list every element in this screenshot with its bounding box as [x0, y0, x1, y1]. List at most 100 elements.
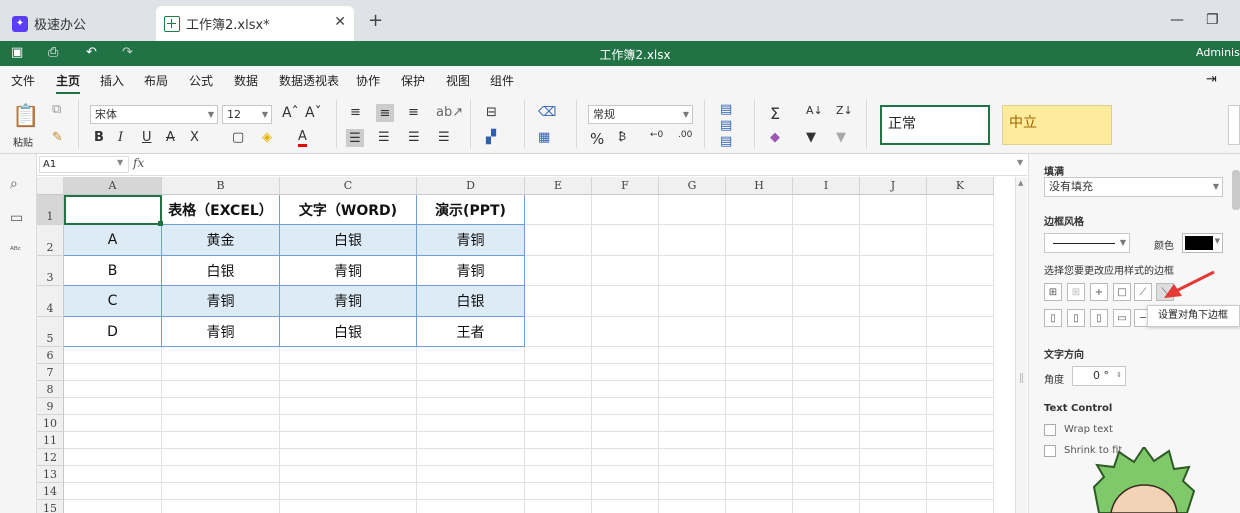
cell-B13[interactable]: [162, 466, 280, 483]
cell-K8[interactable]: [927, 381, 994, 398]
cell-H9[interactable]: [726, 398, 793, 415]
vertical-inner-border-button[interactable]: ▯: [1067, 309, 1085, 327]
cell-B8[interactable]: [162, 381, 280, 398]
styles-gallery-scroll[interactable]: [1228, 105, 1240, 145]
cell-F3[interactable]: [592, 256, 659, 286]
cell-H14[interactable]: [726, 483, 793, 500]
cell-H3[interactable]: [726, 256, 793, 286]
undo-icon[interactable]: ↶: [86, 45, 97, 60]
function-icon[interactable]: fx: [133, 156, 144, 170]
menu-collab[interactable]: 协作: [356, 72, 380, 89]
underline-button[interactable]: U: [142, 130, 152, 145]
cell-H1[interactable]: [726, 195, 793, 225]
menu-layout[interactable]: 布局: [144, 72, 168, 89]
cell-G1[interactable]: [659, 195, 726, 225]
row-header[interactable]: 6: [37, 347, 64, 364]
column-header[interactable]: C: [280, 177, 417, 195]
cell-A5[interactable]: D: [64, 317, 162, 347]
column-header[interactable]: F: [592, 177, 659, 195]
expand-formula-icon[interactable]: ▼: [1017, 158, 1023, 167]
cell-G14[interactable]: [659, 483, 726, 500]
cell-E9[interactable]: [525, 398, 592, 415]
row-header[interactable]: 1: [37, 195, 64, 225]
cell-C5[interactable]: 白银: [280, 317, 417, 347]
decrease-decimal-icon[interactable]: .00: [678, 130, 692, 140]
cell-F13[interactable]: [592, 466, 659, 483]
menu-pivot[interactable]: 数据透视表: [279, 72, 339, 89]
cell-D15[interactable]: [417, 500, 525, 513]
cell-J14[interactable]: [860, 483, 927, 500]
cell-J2[interactable]: [860, 225, 927, 256]
cell-H12[interactable]: [726, 449, 793, 466]
cell-D14[interactable]: [417, 483, 525, 500]
cell-B1[interactable]: 表格（EXCEL）: [162, 195, 280, 225]
cell-E5[interactable]: [525, 317, 592, 347]
row-header[interactable]: 8: [37, 381, 64, 398]
row-header[interactable]: 11: [37, 432, 64, 449]
cell-G7[interactable]: [659, 364, 726, 381]
cell-F2[interactable]: [592, 225, 659, 256]
new-tab-button[interactable]: +: [368, 10, 383, 31]
cell-B2[interactable]: 黄金: [162, 225, 280, 256]
cell-K6[interactable]: [927, 347, 994, 364]
italic-button[interactable]: I: [118, 130, 123, 145]
cell-J6[interactable]: [860, 347, 927, 364]
cell-E6[interactable]: [525, 347, 592, 364]
cell-F14[interactable]: [592, 483, 659, 500]
left-border-button[interactable]: ▯: [1044, 309, 1062, 327]
cell-C15[interactable]: [280, 500, 417, 513]
cell-G5[interactable]: [659, 317, 726, 347]
cell-K4[interactable]: [927, 286, 994, 317]
cell-J5[interactable]: [860, 317, 927, 347]
row-header[interactable]: 4: [37, 286, 64, 317]
cell-I13[interactable]: [793, 466, 860, 483]
cell-G6[interactable]: [659, 347, 726, 364]
cell-I12[interactable]: [793, 449, 860, 466]
all-borders-button[interactable]: ⊞: [1044, 283, 1062, 301]
delete-cells-icon[interactable]: ▤: [720, 118, 732, 133]
cell-H13[interactable]: [726, 466, 793, 483]
menu-protect[interactable]: 保护: [401, 72, 425, 89]
cell-A13[interactable]: [64, 466, 162, 483]
cell-A4[interactable]: C: [64, 286, 162, 317]
cell-B5[interactable]: 青铜: [162, 317, 280, 347]
cell-K15[interactable]: [927, 500, 994, 513]
increase-font-icon[interactable]: Aˆ: [282, 105, 299, 121]
cell-K12[interactable]: [927, 449, 994, 466]
print-icon[interactable]: ⎙: [48, 45, 58, 60]
cell-H2[interactable]: [726, 225, 793, 256]
menu-formula[interactable]: 公式: [189, 72, 213, 89]
cell-F15[interactable]: [592, 500, 659, 513]
cell-A9[interactable]: [64, 398, 162, 415]
cell-A3[interactable]: B: [64, 256, 162, 286]
column-header[interactable]: I: [793, 177, 860, 195]
cell-F4[interactable]: [592, 286, 659, 317]
cell-D7[interactable]: [417, 364, 525, 381]
subscript-button[interactable]: X: [190, 130, 199, 145]
cell-K11[interactable]: [927, 432, 994, 449]
cell-K3[interactable]: [927, 256, 994, 286]
cell-J1[interactable]: [860, 195, 927, 225]
format-painter-icon[interactable]: ✎: [52, 130, 63, 145]
cell-H6[interactable]: [726, 347, 793, 364]
align-right-icon[interactable]: ☰: [408, 130, 420, 145]
clear-icon[interactable]: ⌫: [538, 105, 556, 120]
cell-H5[interactable]: [726, 317, 793, 347]
cell-J4[interactable]: [860, 286, 927, 317]
paste-icon[interactable]: 📋: [12, 102, 40, 130]
cell-E8[interactable]: [525, 381, 592, 398]
cell-H4[interactable]: [726, 286, 793, 317]
cell-B11[interactable]: [162, 432, 280, 449]
cell-A7[interactable]: [64, 364, 162, 381]
menu-view[interactable]: 视图: [446, 72, 470, 89]
column-header[interactable]: H: [726, 177, 793, 195]
cell-I4[interactable]: [793, 286, 860, 317]
wrap-icon[interactable]: ⊟: [486, 105, 497, 120]
stepper-icon[interactable]: ⇕: [1116, 367, 1122, 384]
cell-J8[interactable]: [860, 381, 927, 398]
align-bottom-icon[interactable]: ≡: [408, 105, 419, 120]
cell-J11[interactable]: [860, 432, 927, 449]
restore-icon[interactable]: ❐: [1206, 12, 1219, 28]
inner-borders-button[interactable]: ⊞: [1067, 283, 1085, 301]
outer-border-button[interactable]: □: [1113, 283, 1131, 301]
